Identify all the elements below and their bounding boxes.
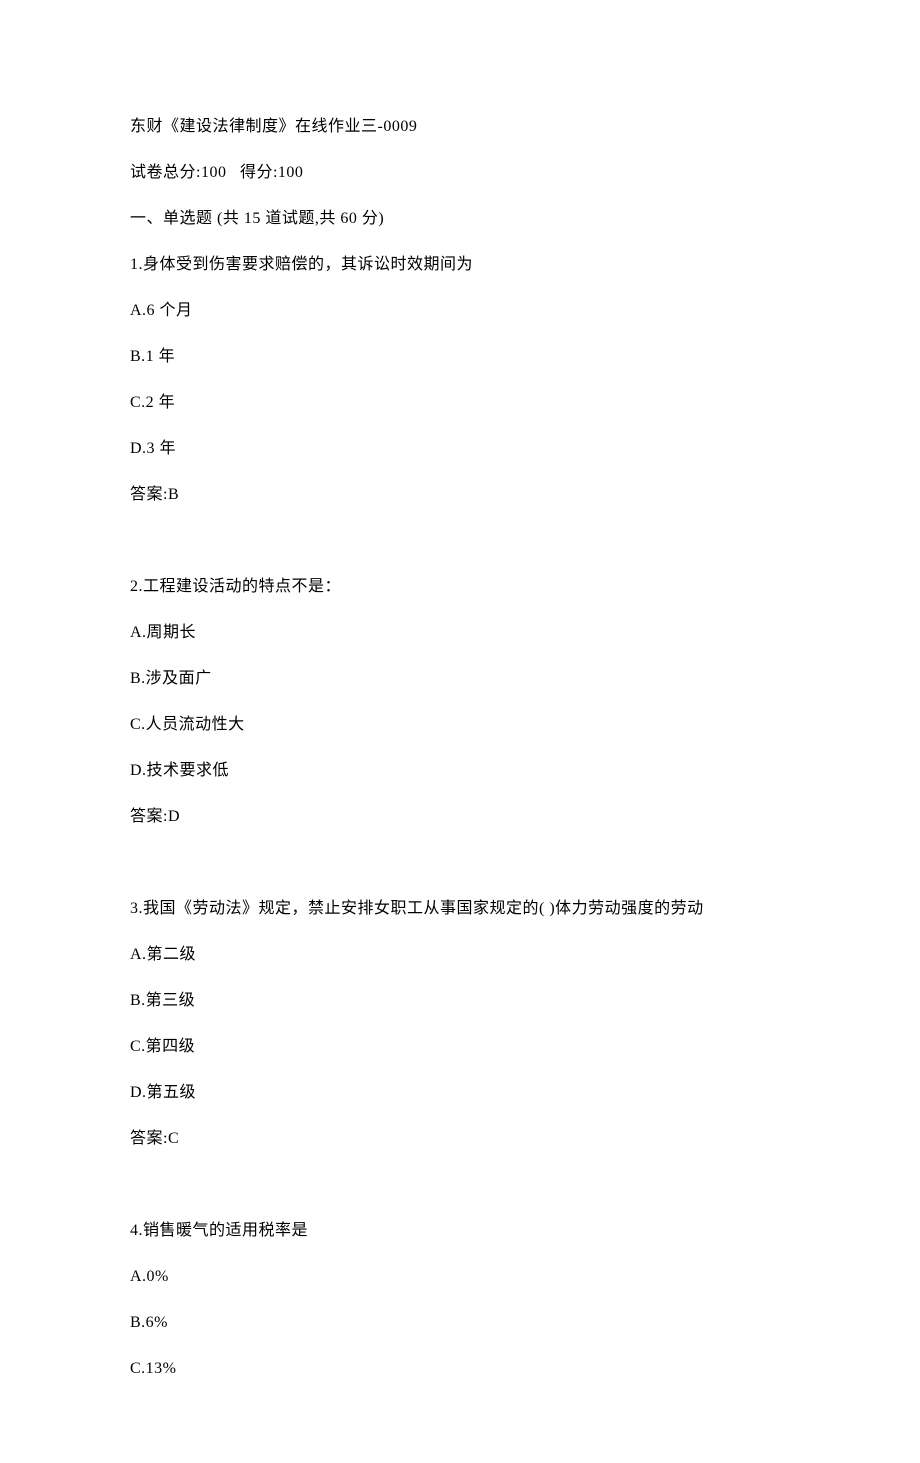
question-option: D.3 年 — [130, 437, 790, 461]
question-option: A.周期长 — [130, 621, 790, 645]
question-gap — [130, 529, 790, 575]
question-option: B.1 年 — [130, 345, 790, 369]
score-line: 试卷总分:100 得分:100 — [130, 161, 790, 185]
question-option: C.13% — [130, 1357, 790, 1381]
question-option: C.第四级 — [130, 1035, 790, 1059]
question-gap — [130, 1173, 790, 1219]
question-answer: 答案:C — [130, 1127, 790, 1151]
question-stem: 3.我国《劳动法》规定，禁止安排女职工从事国家规定的( )体力劳动强度的劳动 — [130, 897, 790, 921]
question-option: D.技术要求低 — [130, 759, 790, 783]
question-option: C.2 年 — [130, 391, 790, 415]
question-option: A.第二级 — [130, 943, 790, 967]
question-gap — [130, 851, 790, 897]
question-option: C.人员流动性大 — [130, 713, 790, 737]
question-option: A.6 个月 — [130, 299, 790, 323]
question-stem: 2.工程建设活动的特点不是： — [130, 575, 790, 599]
question-option: B.第三级 — [130, 989, 790, 1013]
question-answer: 答案:B — [130, 483, 790, 507]
question-stem: 1.身体受到伤害要求赔偿的，其诉讼时效期间为 — [130, 253, 790, 277]
question-option: D.第五级 — [130, 1081, 790, 1105]
question-option: B.6% — [130, 1311, 790, 1335]
question-option: A.0% — [130, 1265, 790, 1289]
question-answer: 答案:D — [130, 805, 790, 829]
question-stem: 4.销售暖气的适用税率是 — [130, 1219, 790, 1243]
question-option: B.涉及面广 — [130, 667, 790, 691]
doc-title: 东财《建设法律制度》在线作业三-0009 — [130, 115, 790, 139]
section-heading: 一、单选题 (共 15 道试题,共 60 分) — [130, 207, 790, 231]
